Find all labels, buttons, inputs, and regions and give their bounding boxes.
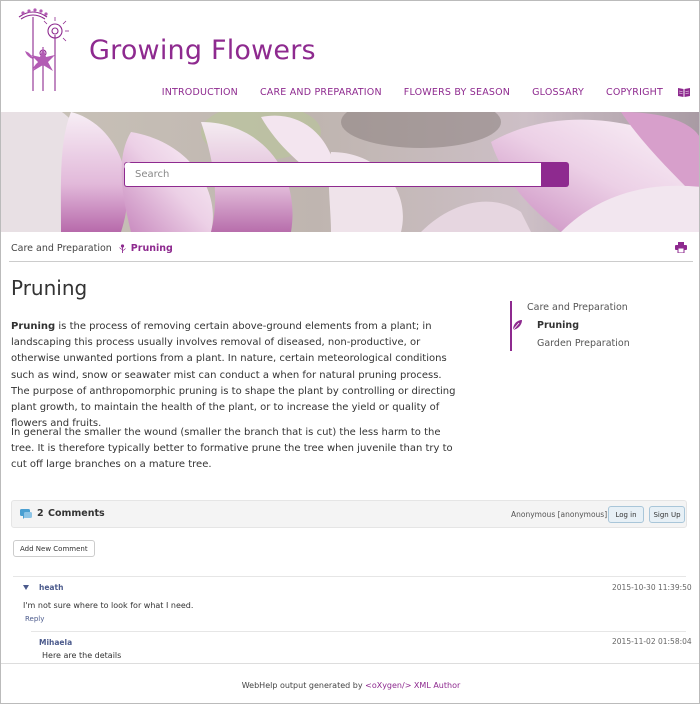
toc-item-pruning[interactable]: Pruning [537,320,579,331]
breadcrumb-current: Pruning [130,243,173,254]
footer-oxygen-link[interactable]: <oXygen/> XML Author [365,681,460,690]
nav-introduction[interactable]: INTRODUCTION [162,87,238,98]
comment-author[interactable]: Mihaela [39,638,72,647]
comments-bar: 2 Comments Anonymous [anonymous] Log in … [11,500,687,528]
comment-text: I'm not sure where to look for what I ne… [23,601,194,610]
article-paragraph-1: Pruning is the process of removing certa… [11,319,456,432]
comments-label: Comments [48,508,105,519]
page-title: Pruning [11,276,88,300]
signup-button[interactable]: Sign Up [649,506,685,523]
side-toc: Care and Preparation Pruning Garden Prep… [510,301,690,351]
comments-divider [13,576,686,577]
footer-prefix: WebHelp output generated by [241,681,366,690]
breadcrumb-parent[interactable]: Care and Preparation [11,243,112,254]
top-navigation: INTRODUCTION CARE AND PREPARATION FLOWER… [140,87,691,98]
toc-item-garden-preparation[interactable]: Garden Preparation [537,338,630,349]
comments-count: 2 [37,508,44,519]
search-button[interactable] [124,162,569,187]
collapse-triangle-icon[interactable] [23,585,29,590]
book-icon[interactable] [677,87,691,98]
print-icon[interactable] [675,242,687,253]
add-comment-button[interactable]: Add New Comment [13,540,95,557]
search-input[interactable] [124,162,541,187]
comment-text: Here are the details [42,651,122,660]
article-paragraph-2: In general the smaller the wound (smalle… [11,427,453,471]
comment-date: 2015-10-30 11:39:50 [612,583,692,592]
flower-separator-icon [118,244,126,253]
toc-item-care-and-preparation[interactable]: Care and Preparation [527,302,628,313]
login-button[interactable]: Log in [608,506,644,523]
site-title[interactable]: Growing Flowers [89,35,316,66]
breadcrumb-divider [9,261,693,262]
comment-author[interactable]: heath [39,583,63,592]
comment-date: 2015-11-02 01:58:04 [612,637,692,646]
reply-link[interactable]: Reply [25,615,44,623]
page-frame: Growing Flowers INTRODUCTION CARE AND PR… [0,0,700,704]
footer-text: WebHelp output generated by <oXygen/> XM… [1,681,699,690]
leaf-icon [512,320,522,331]
page-footer: WebHelp output generated by <oXygen/> XM… [1,663,699,703]
nav-copyright[interactable]: COPYRIGHT [606,87,663,98]
comments-icon [20,509,32,519]
search-icon [124,162,135,173]
flower-logo-icon[interactable] [13,7,75,91]
site-header: Growing Flowers INTRODUCTION CARE AND PR… [1,1,699,112]
current-user: Anonymous [anonymous] [511,510,608,519]
paragraph-1-text: is the process of removing certain above… [11,321,456,430]
nav-care-and-preparation[interactable]: CARE AND PREPARATION [260,87,382,98]
nav-flowers-by-season[interactable]: FLOWERS BY SEASON [404,87,510,98]
term-pruning: Pruning [11,321,56,332]
reply-divider [31,631,686,632]
breadcrumb: Care and Preparation Pruning [11,243,173,254]
hero-banner [1,112,699,232]
nav-glossary[interactable]: GLOSSARY [532,87,584,98]
search-bar [124,162,569,187]
